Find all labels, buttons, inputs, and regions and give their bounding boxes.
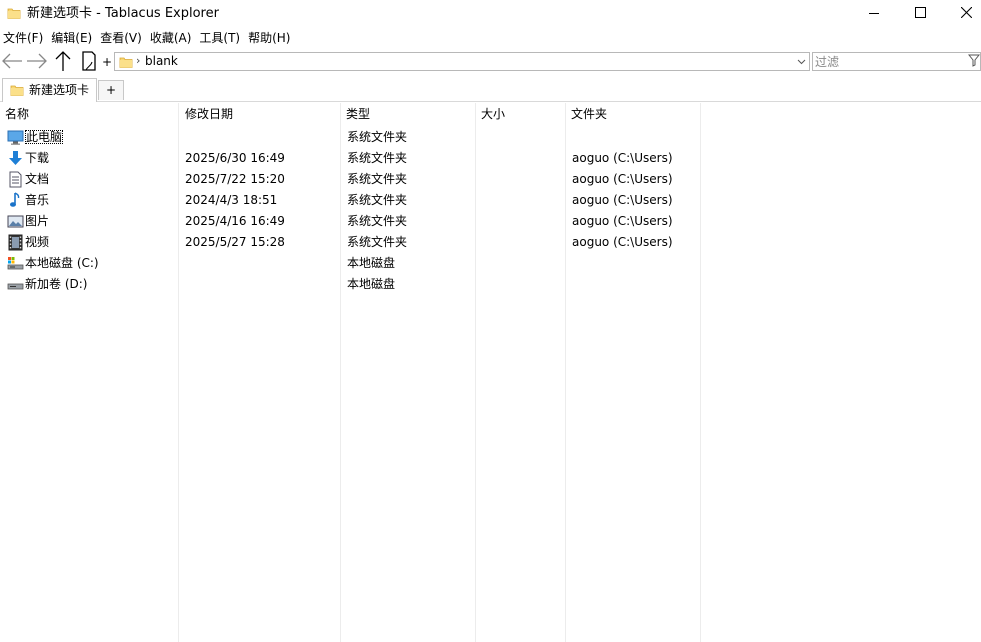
breadcrumb-separator[interactable]: › (136, 54, 140, 67)
item-date: 2025/5/27 15:28 (185, 235, 285, 249)
filter-input[interactable] (815, 54, 965, 69)
folder-icon (10, 83, 24, 100)
maximize-button[interactable] (897, 0, 943, 28)
add-tab-button[interactable]: + (98, 80, 124, 100)
column-header-size[interactable]: 大小 (476, 103, 565, 125)
list-item[interactable]: 新加卷 (D:) 本地磁盘 (0, 274, 700, 295)
window-title: 新建选项卡 - Tablacus Explorer (27, 6, 219, 21)
minimize-button[interactable] (851, 0, 897, 28)
item-folder: aoguo (C:\Users) (572, 235, 673, 249)
item-folder: aoguo (C:\Users) (572, 172, 673, 186)
system-drive-icon (7, 255, 24, 272)
tab-label: 新建选项卡 (29, 83, 90, 97)
item-name: 下载 (25, 151, 50, 165)
picture-icon (7, 213, 24, 230)
list-item[interactable]: 本地磁盘 (C:) 本地磁盘 (0, 253, 700, 274)
download-icon (7, 150, 24, 167)
column-header-row: 名称 修改日期 类型 大小 文件夹 (0, 103, 981, 125)
item-date: 2025/7/22 15:20 (185, 172, 285, 186)
menu-file[interactable]: 文件(F) (0, 29, 48, 48)
list-item[interactable]: 图片 2025/4/16 16:49 系统文件夹 aoguo (C:\Users… (0, 211, 700, 232)
forward-button[interactable] (25, 49, 49, 75)
up-button[interactable] (51, 49, 75, 75)
item-type: 系统文件夹 (347, 172, 408, 186)
item-type: 系统文件夹 (347, 235, 408, 249)
item-date: 2025/6/30 16:49 (185, 151, 285, 165)
list-item[interactable]: 音乐 2024/4/3 18:51 系统文件夹 aoguo (C:\Users) (0, 190, 700, 211)
folder-icon (7, 6, 21, 20)
item-name: 本地磁盘 (C:) (25, 256, 99, 270)
item-type: 系统文件夹 (347, 130, 408, 144)
item-name: 此电脑 (25, 130, 64, 144)
document-icon (7, 171, 24, 188)
folder-icon (119, 55, 133, 72)
column-header-name[interactable]: 名称 (0, 103, 178, 125)
up-arrow-icon (53, 50, 73, 75)
menu-bar: 文件(F) 编辑(E) 查看(V) 收藏(A) 工具(T) 帮助(H) (0, 29, 295, 48)
maximize-icon (914, 7, 926, 21)
filter-box[interactable] (812, 52, 981, 71)
column-divider[interactable] (700, 103, 701, 642)
tab-new-tab[interactable]: 新建选项卡 (2, 78, 97, 102)
item-folder: aoguo (C:\Users) (572, 151, 673, 165)
forward-arrow-icon (26, 52, 48, 73)
item-date: 2024/4/3 18:51 (185, 193, 278, 207)
new-tab-button[interactable] (78, 49, 100, 75)
item-type: 系统文件夹 (347, 151, 408, 165)
column-header-folder[interactable]: 文件夹 (566, 103, 700, 125)
tab-bar: 新建选项卡 + (0, 76, 981, 102)
item-type: 系统文件夹 (347, 193, 408, 207)
minimize-icon (869, 7, 879, 21)
computer-icon (7, 129, 24, 146)
item-folder: aoguo (C:\Users) (572, 214, 673, 228)
address-bar[interactable]: › blank (114, 52, 810, 71)
add-button[interactable]: + (101, 49, 113, 75)
menu-edit[interactable]: 编辑(E) (48, 29, 97, 48)
list-item[interactable]: 下载 2025/6/30 16:49 系统文件夹 aoguo (C:\Users… (0, 148, 700, 169)
close-button[interactable] (943, 0, 981, 28)
menu-view[interactable]: 查看(V) (97, 29, 147, 48)
close-icon (960, 6, 972, 21)
item-name: 文档 (25, 172, 50, 186)
video-icon (7, 234, 24, 251)
menu-help[interactable]: 帮助(H) (245, 29, 295, 48)
column-header-type[interactable]: 类型 (341, 103, 475, 125)
menu-favorites[interactable]: 收藏(A) (147, 29, 197, 48)
back-button[interactable] (0, 49, 24, 75)
address-value[interactable]: blank (145, 54, 178, 69)
item-type: 本地磁盘 (347, 256, 396, 270)
drive-icon (7, 276, 24, 293)
item-name: 音乐 (25, 193, 50, 207)
column-header-date[interactable]: 修改日期 (180, 103, 340, 125)
item-type: 本地磁盘 (347, 277, 396, 291)
menu-tools[interactable]: 工具(T) (196, 29, 245, 48)
item-folder: aoguo (C:\Users) (572, 193, 673, 207)
chevron-down-icon[interactable] (795, 54, 808, 69)
item-name: 图片 (25, 214, 50, 228)
list-item[interactable]: 视频 2025/5/27 15:28 系统文件夹 aoguo (C:\Users… (0, 232, 700, 253)
list-item[interactable]: 文档 2025/7/22 15:20 系统文件夹 aoguo (C:\Users… (0, 169, 700, 190)
music-icon (7, 192, 24, 209)
item-name: 视频 (25, 235, 50, 249)
list-item[interactable]: 此电脑 系统文件夹 (0, 127, 700, 148)
title-bar[interactable]: 新建选项卡 - Tablacus Explorer (0, 0, 981, 28)
item-name: 新加卷 (D:) (25, 277, 88, 291)
item-date: 2025/4/16 16:49 (185, 214, 285, 228)
back-arrow-icon (1, 52, 23, 73)
item-type: 系统文件夹 (347, 214, 408, 228)
new-tab-icon (80, 50, 98, 75)
funnel-icon[interactable] (967, 54, 981, 70)
